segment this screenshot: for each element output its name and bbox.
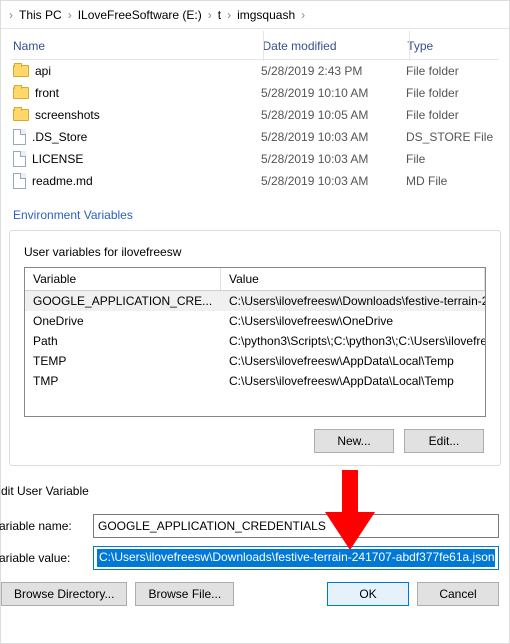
env-col-variable[interactable]: Variable [25, 268, 221, 290]
env-var-cell: Path [25, 331, 221, 351]
file-type: File [406, 152, 496, 166]
file-icon [13, 173, 26, 189]
variable-value-label: ariable value: [0, 551, 87, 565]
env-row[interactable]: OneDrive C:\Users\ilovefreesw\OneDrive [25, 311, 485, 331]
variable-name-label: ariable name: [0, 519, 87, 533]
file-date: 5/28/2019 10:10 AM [261, 86, 406, 100]
crumb-drive[interactable]: ILoveFreeSoftware (E:) [74, 1, 206, 28]
crumb-this-pc[interactable]: This PC [15, 1, 66, 28]
browse-directory-button[interactable]: Browse Directory... [1, 582, 127, 606]
col-header-date[interactable]: Date modified [262, 39, 407, 53]
chevron-right-icon: › [299, 8, 307, 22]
file-row[interactable]: front 5/28/2019 10:10 AM File folder [11, 82, 499, 104]
file-type: File folder [406, 86, 496, 100]
file-row[interactable]: readme.md 5/28/2019 10:03 AM MD File [11, 170, 499, 192]
file-date: 5/28/2019 10:03 AM [261, 174, 406, 188]
col-header-name[interactable]: Name [13, 39, 262, 53]
cancel-button[interactable]: Cancel [417, 582, 499, 606]
env-val-cell: C:\python3\Scripts\;C:\python3\;C:\Users… [221, 331, 485, 351]
env-row[interactable]: TEMP C:\Users\ilovefreesw\AppData\Local\… [25, 351, 485, 371]
edit-user-variable-title: dit User Variable [0, 474, 499, 506]
file-type: File folder [406, 108, 496, 122]
folder-icon [13, 109, 29, 121]
env-vars-table: Variable Value GOOGLE_APPLICATION_CRE...… [24, 267, 486, 417]
crumb-folder-t[interactable]: t [214, 1, 225, 28]
file-date: 5/28/2019 2:43 PM [261, 64, 406, 78]
file-type: File folder [406, 64, 496, 78]
col-header-type[interactable]: Type [407, 39, 497, 53]
chevron-right-icon: › [7, 8, 15, 22]
file-list: Name Date modified Type api 5/28/2019 2:… [1, 29, 509, 200]
env-user-vars-label: User variables for ilovefreesw [24, 245, 486, 267]
file-name: api [35, 64, 51, 78]
variable-value-input[interactable]: C:\Users\ilovefreesw\Downloads\festive-t… [93, 546, 499, 570]
variable-value-selected-text: C:\Users\ilovefreesw\Downloads\festive-t… [97, 549, 495, 567]
file-row[interactable]: LICENSE 5/28/2019 10:03 AM File [11, 148, 499, 170]
env-row[interactable]: TMP C:\Users\ilovefreesw\AppData\Local\T… [25, 371, 485, 391]
file-type: MD File [406, 174, 496, 188]
env-row[interactable]: Path C:\python3\Scripts\;C:\python3\;C:\… [25, 331, 485, 351]
env-edit-button[interactable]: Edit... [404, 429, 484, 453]
file-name: readme.md [32, 174, 93, 188]
edit-user-variable-panel: dit User Variable ariable name: ariable … [0, 466, 509, 616]
env-val-cell: C:\Users\ilovefreesw\OneDrive [221, 311, 485, 331]
file-type: DS_STORE File [406, 130, 496, 144]
breadcrumb: › This PC › ILoveFreeSoftware (E:) › t ›… [1, 1, 509, 29]
file-icon [13, 151, 26, 167]
chevron-right-icon: › [225, 8, 233, 22]
chevron-right-icon: › [66, 8, 74, 22]
ok-button[interactable]: OK [327, 582, 409, 606]
file-name: front [35, 86, 59, 100]
env-var-cell: OneDrive [25, 311, 221, 331]
file-name: screenshots [35, 108, 100, 122]
env-new-button[interactable]: New... [314, 429, 394, 453]
env-row[interactable]: GOOGLE_APPLICATION_CRE... C:\Users\ilove… [25, 291, 485, 311]
env-col-value[interactable]: Value [221, 268, 485, 290]
file-date: 5/28/2019 10:03 AM [261, 130, 406, 144]
env-vars-title: Environment Variables [1, 200, 509, 228]
env-vars-panel: User variables for ilovefreesw Variable … [9, 230, 501, 466]
env-var-cell: GOOGLE_APPLICATION_CRE... [25, 291, 221, 311]
file-name: LICENSE [32, 152, 83, 166]
crumb-folder-imgsquash[interactable]: imgsquash [233, 1, 299, 28]
chevron-right-icon: › [206, 8, 214, 22]
browse-file-button[interactable]: Browse File... [135, 582, 234, 606]
env-val-cell: C:\Users\ilovefreesw\Downloads\festive-t… [221, 291, 485, 311]
variable-name-input[interactable] [93, 514, 499, 538]
folder-icon [13, 87, 29, 99]
file-name: .DS_Store [32, 130, 87, 144]
folder-icon [13, 65, 29, 77]
file-icon [13, 129, 26, 145]
file-row[interactable]: api 5/28/2019 2:43 PM File folder [11, 60, 499, 82]
file-date: 5/28/2019 10:03 AM [261, 152, 406, 166]
file-row[interactable]: screenshots 5/28/2019 10:05 AM File fold… [11, 104, 499, 126]
env-val-cell: C:\Users\ilovefreesw\AppData\Local\Temp [221, 371, 485, 391]
env-val-cell: C:\Users\ilovefreesw\AppData\Local\Temp [221, 351, 485, 371]
file-date: 5/28/2019 10:05 AM [261, 108, 406, 122]
env-var-cell: TMP [25, 371, 221, 391]
env-var-cell: TEMP [25, 351, 221, 371]
file-row[interactable]: .DS_Store 5/28/2019 10:03 AM DS_STORE Fi… [11, 126, 499, 148]
